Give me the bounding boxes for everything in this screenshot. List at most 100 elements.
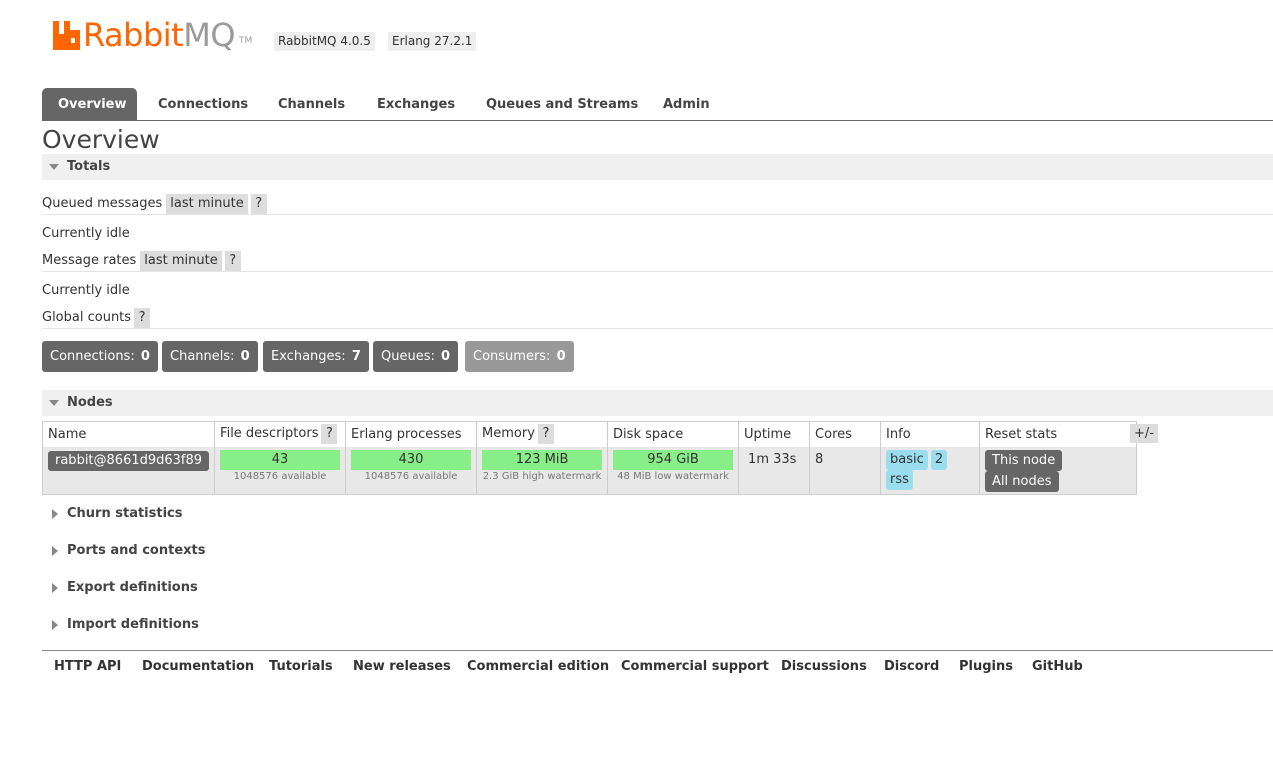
collapsed-triangle-icon	[52, 546, 58, 556]
churn-statistics-section[interactable]: Churn statistics	[42, 501, 442, 527]
main-tabs: Overview Connections Channels Exchanges …	[42, 88, 1273, 121]
count-label: Queues:	[381, 349, 435, 364]
column-header-disk-space: Disk space	[607, 421, 740, 447]
nodes-section-header[interactable]: Nodes	[42, 390, 1273, 416]
uptime-value: 1m 33s	[748, 451, 797, 467]
queues-count-button[interactable]: Queues: 0	[373, 341, 459, 372]
consumers-count-button[interactable]: Consumers: 0	[465, 341, 574, 372]
erlang-processes-cell: 430 1048576 available	[345, 446, 478, 495]
footer-link-commercial-edition[interactable]: Commercial edition	[467, 659, 609, 674]
logo-text-mq: MQ	[183, 16, 235, 54]
file-descriptors-cell: 43 1048576 available	[214, 446, 347, 495]
tab-admin[interactable]: Admin	[647, 88, 726, 120]
footer-link-commercial-support[interactable]: Commercial support	[621, 659, 769, 674]
footer-link-tutorials[interactable]: Tutorials	[269, 659, 333, 674]
tab-overview[interactable]: Overview	[42, 88, 137, 120]
file-descriptors-gauge: 43	[220, 449, 341, 470]
footer-link-plugins[interactable]: Plugins	[959, 659, 1013, 674]
table-header-row: Name File descriptors? Erlang processes …	[41, 421, 1138, 447]
reset-this-node-button[interactable]: This node	[985, 449, 1063, 471]
collapsed-triangle-icon	[52, 509, 58, 519]
uptime-cell: 1m 33s	[738, 446, 811, 495]
toggle-columns-button[interactable]: +/-	[1130, 424, 1158, 443]
memory-gauge: 123 MiB	[482, 449, 603, 470]
file-descriptors-available: 1048576 available	[233, 470, 327, 482]
tab-queues-and-streams[interactable]: Queues and Streams	[470, 88, 654, 120]
section-title: Ports and contexts	[67, 543, 206, 558]
totals-section-header[interactable]: Totals	[42, 154, 1273, 180]
totals-title: Totals	[67, 159, 111, 174]
nodes-title: Nodes	[67, 395, 113, 410]
count-label: Connections:	[50, 349, 135, 364]
collapsed-triangle-icon	[52, 620, 58, 630]
column-header-cores: Cores	[809, 421, 882, 447]
count-label: Channels:	[170, 349, 235, 364]
connections-count-button[interactable]: Connections: 0	[42, 341, 158, 372]
info-badge-basic: basic	[886, 449, 928, 470]
divider	[42, 328, 1273, 329]
node-name-link[interactable]: rabbit@8661d9d63f89	[48, 450, 210, 471]
cores-cell: 8	[809, 446, 882, 495]
message-rates-row: Message rates last minute?	[42, 250, 241, 272]
disk-space-watermark: 48 MiB low watermark	[617, 470, 729, 482]
footer-link-discussions[interactable]: Discussions	[781, 659, 867, 674]
queued-messages-range-selector[interactable]: last minute	[166, 194, 248, 214]
info-cell: basic 2 rss	[880, 446, 981, 495]
tab-exchanges[interactable]: Exchanges	[361, 88, 471, 120]
collapsed-triangle-icon	[52, 583, 58, 593]
rabbit-logo-icon	[53, 21, 80, 50]
rabbitmq-logo[interactable]: Rabbit MQ TM	[53, 16, 252, 52]
message-rates-status: Currently idle	[42, 283, 130, 298]
queued-messages-help-button[interactable]: ?	[250, 194, 267, 214]
column-header-uptime: Uptime	[738, 421, 811, 447]
memory-watermark: 2.3 GiB high watermark	[482, 470, 602, 482]
info-badge-rss: rss	[886, 469, 913, 490]
queued-messages-status: Currently idle	[42, 226, 130, 241]
memory-cell: 123 MiB 2.3 GiB high watermark	[476, 446, 609, 495]
erlang-version-badge: Erlang 27.2.1	[388, 32, 477, 51]
info-badge-count: 2	[930, 449, 948, 470]
section-title: Import definitions	[67, 617, 199, 632]
count-value: 7	[351, 349, 361, 364]
count-label: Consumers:	[473, 349, 551, 364]
exchanges-count-button[interactable]: Exchanges: 7	[263, 341, 369, 372]
column-header-name: Name	[41, 421, 216, 447]
message-rates-range-selector[interactable]: last minute	[140, 251, 222, 271]
footer-link-github[interactable]: GitHub	[1032, 659, 1083, 674]
count-value: 0	[556, 349, 566, 364]
message-rates-help-button[interactable]: ?	[224, 251, 241, 271]
table-row: rabbit@8661d9d63f89 43 1048576 available…	[41, 446, 1138, 495]
node-name-cell: rabbit@8661d9d63f89	[41, 446, 216, 495]
footer-link-new-releases[interactable]: New releases	[353, 659, 451, 674]
column-header-file-descriptors: File descriptors?	[214, 421, 347, 447]
count-value: 0	[441, 349, 451, 364]
page-title: Overview	[42, 125, 160, 154]
global-counts-label: Global counts	[42, 310, 132, 325]
reset-all-nodes-button[interactable]: All nodes	[985, 470, 1059, 492]
memory-help-button[interactable]: ?	[537, 424, 554, 445]
footer-link-http-api[interactable]: HTTP API	[54, 659, 121, 674]
channels-count-button[interactable]: Channels: 0	[162, 341, 258, 372]
count-label: Exchanges:	[271, 349, 346, 364]
global-counts-row: Global counts?	[42, 307, 151, 329]
count-value: 0	[140, 349, 150, 364]
footer-link-documentation[interactable]: Documentation	[142, 659, 254, 674]
divider	[42, 271, 1273, 272]
file-descriptors-help-button[interactable]: ?	[321, 424, 338, 445]
section-title: Churn statistics	[67, 506, 183, 521]
footer-link-discord[interactable]: Discord	[884, 659, 939, 674]
erlang-processes-available: 1048576 available	[364, 470, 458, 482]
global-counts-help-button[interactable]: ?	[134, 308, 151, 328]
ports-and-contexts-section[interactable]: Ports and contexts	[42, 538, 442, 564]
column-header-erlang-processes: Erlang processes	[345, 421, 478, 447]
tab-connections[interactable]: Connections	[142, 88, 264, 120]
tab-channels[interactable]: Channels	[262, 88, 361, 120]
queued-messages-row: Queued messages last minute?	[42, 193, 267, 215]
export-definitions-section[interactable]: Export definitions	[42, 575, 442, 601]
footer: HTTP API Documentation Tutorials New rel…	[42, 650, 1273, 684]
cores-value: 8	[815, 451, 824, 467]
import-definitions-section[interactable]: Import definitions	[42, 612, 442, 638]
column-header-info: Info	[880, 421, 981, 447]
rabbitmq-management-app: Rabbit MQ TM RabbitMQ 4.0.5 Erlang 27.2.1 …	[0, 0, 1273, 765]
section-title: Export definitions	[67, 580, 198, 595]
